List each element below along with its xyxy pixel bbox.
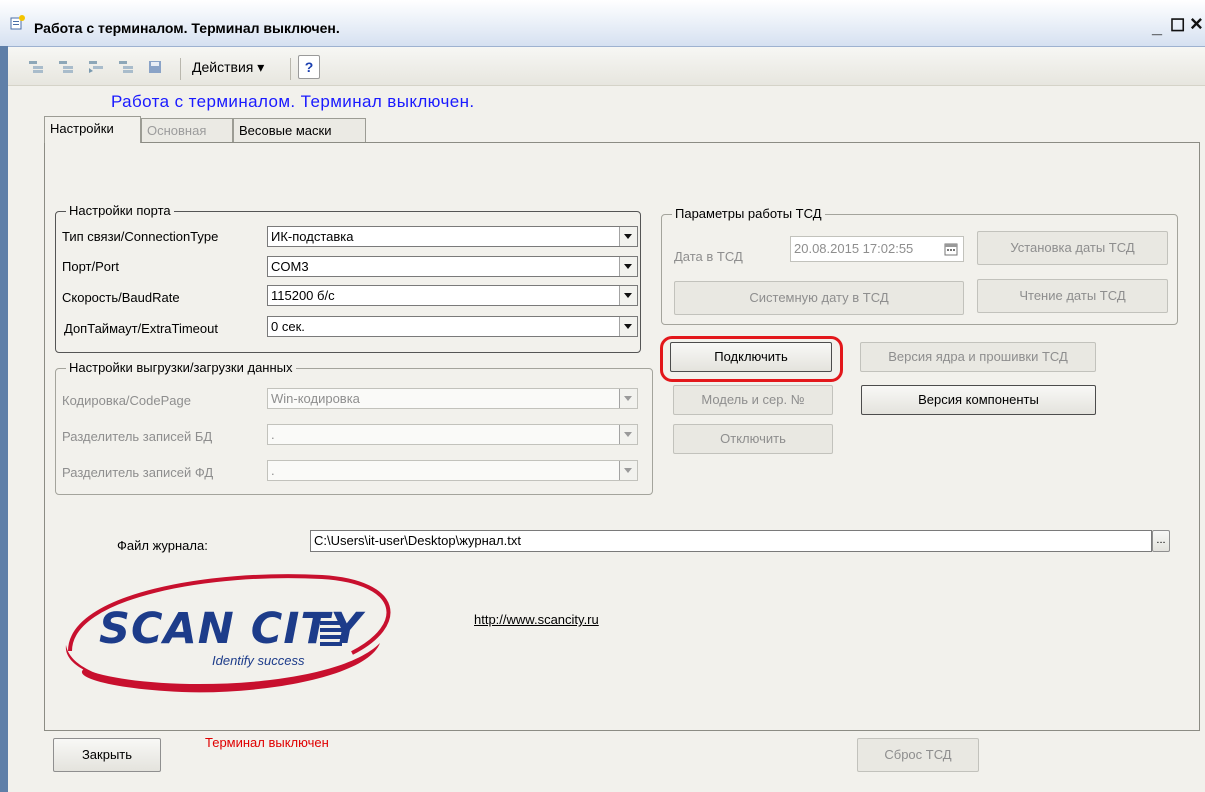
chevron-down-icon — [619, 461, 637, 480]
connection-type-select[interactable]: ИК-подставка — [267, 226, 638, 247]
fd-separator-select: . — [267, 460, 638, 481]
baud-rate-label: Скорость/BaudRate — [62, 290, 180, 305]
tree-add-icon[interactable] — [58, 60, 74, 74]
close-window-button[interactable]: × — [1190, 13, 1203, 35]
minimize-button[interactable]: _ — [1152, 18, 1162, 36]
set-tsd-date-button: Установка даты ТСД — [977, 231, 1168, 265]
chevron-down-icon — [619, 389, 637, 408]
close-button[interactable]: Закрыть — [53, 738, 161, 772]
logo-brand-text: SCAN CITY — [99, 604, 363, 654]
tab-weight-masks[interactable]: Весовые маски — [233, 118, 366, 143]
firmware-version-button: Версия ядра и прошивки ТСД — [860, 342, 1096, 372]
extra-timeout-label: ДопТаймаут/ExtraTimeout — [64, 321, 218, 336]
help-button[interactable]: ? — [298, 55, 320, 79]
form-icon — [10, 15, 25, 30]
tsd-date-label: Дата в ТСД — [674, 249, 743, 264]
port-settings-title: Настройки порта — [66, 203, 174, 218]
baud-rate-value: 115200 б/с — [271, 288, 335, 303]
log-file-value: C:\Users\it-user\Desktop\журнал.txt — [314, 533, 521, 548]
tree-icon[interactable] — [28, 60, 44, 74]
tsd-params-title: Параметры работы ТСД — [672, 206, 825, 221]
tsd-date-value: 20.08.2015 17:02:55 — [794, 241, 914, 256]
tsd-date-field: 20.08.2015 17:02:55 — [790, 236, 964, 262]
tree-edit-icon[interactable] — [118, 60, 134, 74]
port-select[interactable]: COM3 — [267, 256, 638, 277]
reset-tsd-button: Сброс ТСД — [857, 738, 979, 772]
component-version-button[interactable]: Версия компоненты — [861, 385, 1096, 415]
log-file-input[interactable]: C:\Users\it-user\Desktop\журнал.txt — [310, 530, 1152, 552]
chevron-down-icon[interactable] — [619, 227, 637, 246]
data-settings-title: Настройки выгрузки/загрузки данных — [66, 360, 296, 375]
disconnect-button: Отключить — [673, 424, 833, 454]
db-separator-value: . — [271, 427, 275, 442]
connection-type-label: Тип связи/ConnectionType — [62, 229, 219, 244]
window-title: Работа с терминалом. Терминал выключен. — [34, 20, 340, 36]
tab-main[interactable]: Основная — [141, 118, 233, 143]
model-serial-button: Модель и сер. № — [673, 385, 833, 415]
scancity-website-link[interactable]: http://www.scancity.ru — [474, 612, 599, 627]
browse-button[interactable]: ... — [1152, 530, 1170, 552]
tree-move-icon[interactable] — [88, 60, 104, 74]
logo-tagline: Identify success — [212, 653, 305, 668]
save-icon[interactable] — [148, 60, 164, 74]
port-value: COM3 — [271, 259, 309, 274]
calendar-icon — [944, 243, 958, 256]
chevron-down-icon[interactable] — [619, 317, 637, 336]
chevron-down-icon[interactable] — [619, 286, 637, 305]
db-separator-select: . — [267, 424, 638, 445]
status-text: Терминал выключен — [205, 735, 329, 750]
db-separator-label: Разделитель записей БД — [62, 429, 213, 444]
codepage-value: Win-кодировка — [271, 391, 360, 406]
read-tsd-date-button: Чтение даты ТСД — [977, 279, 1168, 313]
form-headline: Работа с терминалом. Терминал выключен. — [111, 92, 475, 111]
baud-rate-select[interactable]: 115200 б/с — [267, 285, 638, 306]
window-titlebar: Работа с терминалом. Терминал выключен. — [0, 0, 1205, 47]
port-label: Порт/Port — [62, 259, 119, 274]
fd-separator-label: Разделитель записей ФД — [62, 465, 214, 480]
connection-type-value: ИК-подставка — [271, 229, 354, 244]
maximize-button[interactable]: ☐ — [1170, 17, 1185, 35]
chevron-down-icon[interactable] — [619, 257, 637, 276]
codepage-label: Кодировка/CodePage — [62, 393, 191, 408]
toolbar — [8, 47, 1205, 86]
fd-separator-value: . — [271, 463, 275, 478]
tab-settings[interactable]: Настройки — [44, 116, 141, 143]
log-file-label: Файл журнала: — [117, 538, 208, 553]
actions-menu[interactable]: Действия ▾ — [192, 59, 264, 76]
window-left-border — [0, 46, 8, 792]
toolbar-separator — [290, 58, 291, 80]
extra-timeout-value: 0 сек. — [271, 319, 305, 334]
toolbar-separator — [180, 58, 181, 80]
extra-timeout-select[interactable]: 0 сек. — [267, 316, 638, 337]
chevron-down-icon — [619, 425, 637, 444]
system-date-to-tsd-button: Системную дату в ТСД — [674, 281, 964, 315]
connect-highlight — [660, 336, 843, 382]
codepage-select: Win-кодировка — [267, 388, 638, 409]
